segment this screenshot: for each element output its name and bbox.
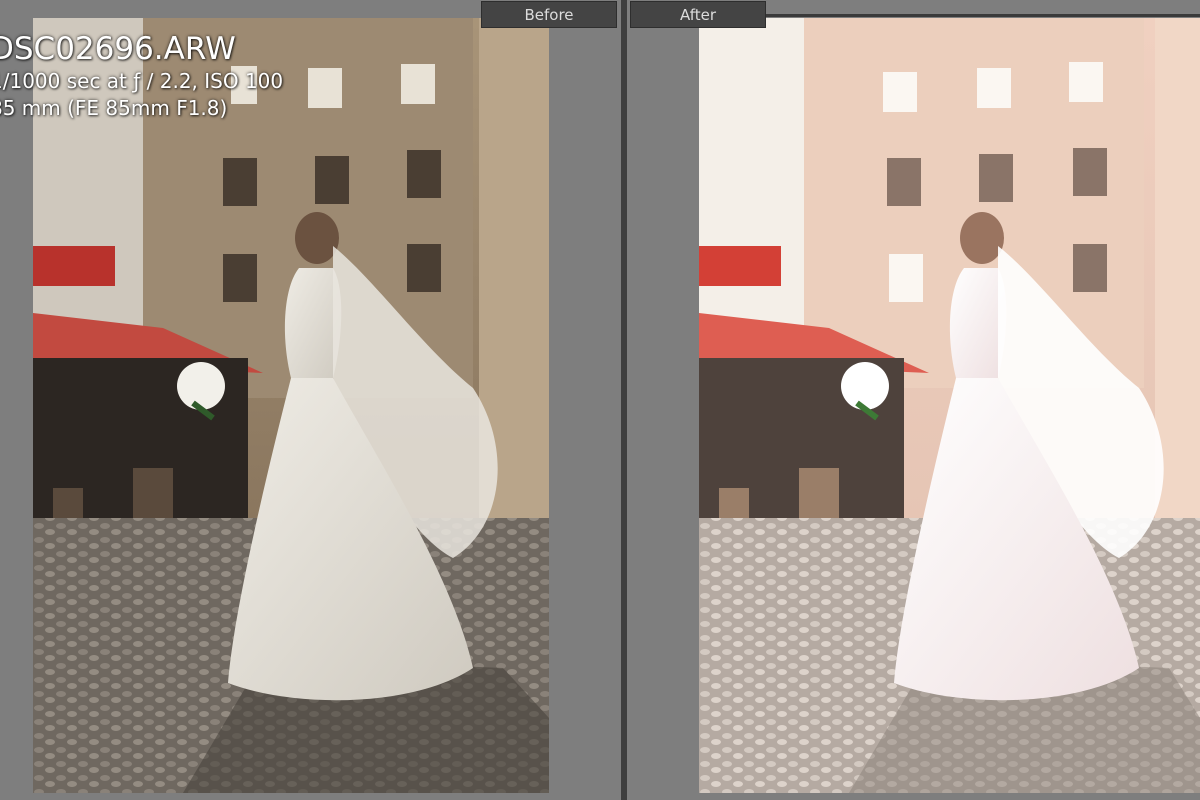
after-top-bar — [766, 14, 1200, 17]
after-photo — [699, 18, 1200, 793]
file-name: DSC02696.ARW — [0, 31, 236, 67]
photo-info-overlay: DSC02696.ARW 1/1000 sec at ƒ / 2.2, ISO … — [0, 30, 283, 122]
exposure-info: 1/1000 sec at ƒ / 2.2, ISO 100 — [0, 69, 284, 93]
lens-info: 85 mm (FE 85mm F1.8) — [0, 96, 228, 120]
before-pane: DSC02696.ARW 1/1000 sec at ƒ / 2.2, ISO … — [0, 0, 621, 800]
before-photo — [33, 18, 549, 793]
after-label: After — [630, 1, 766, 28]
before-label: Before — [481, 1, 617, 28]
after-pane: After — [627, 0, 1200, 800]
